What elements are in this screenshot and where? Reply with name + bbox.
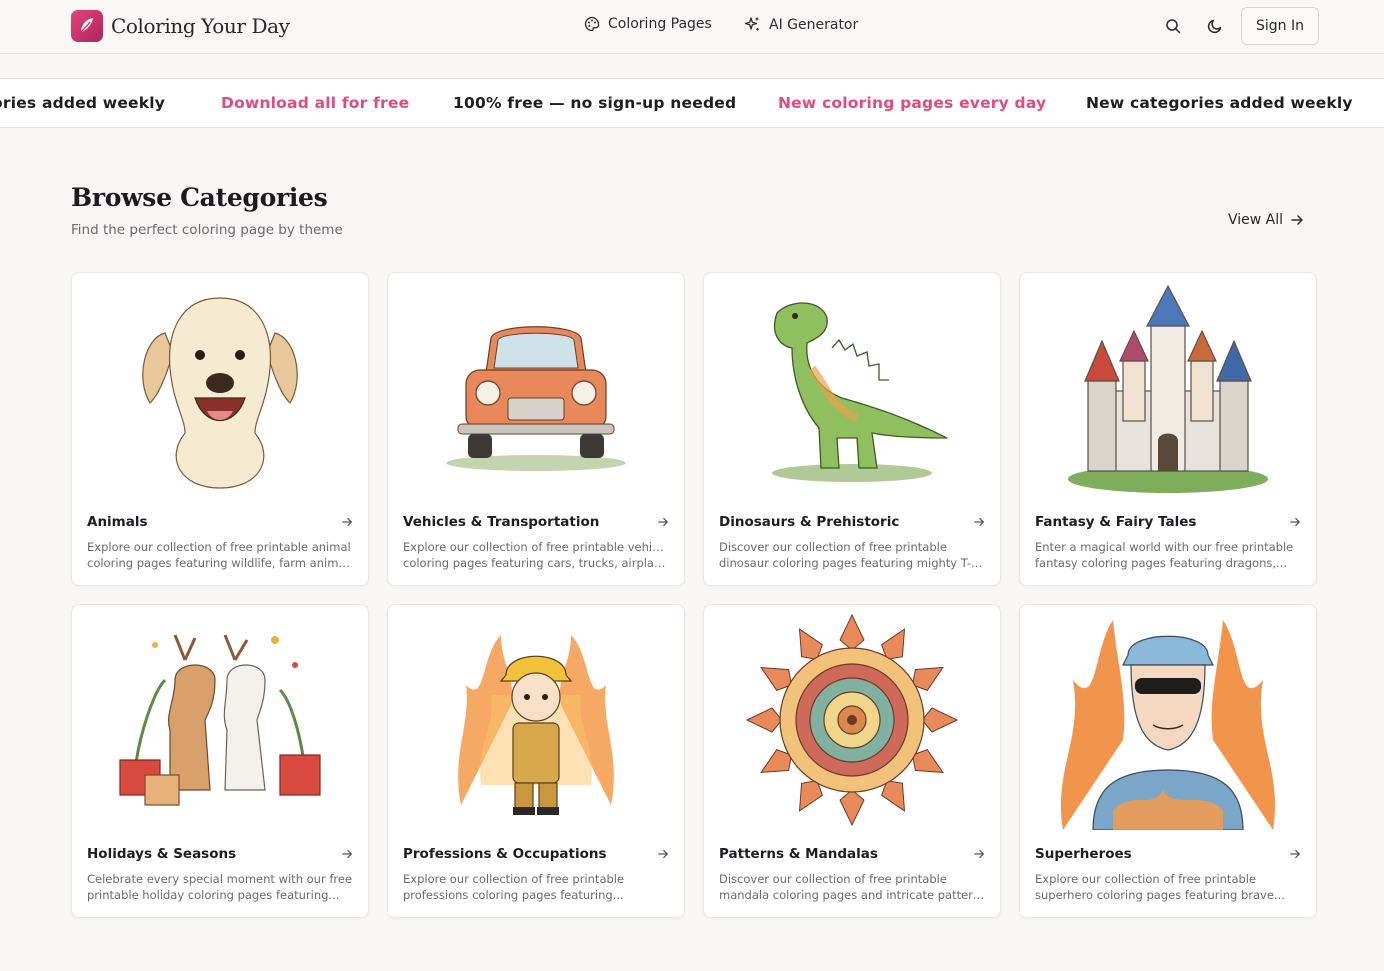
brand-logo[interactable]: Coloring Your Day xyxy=(71,10,290,42)
card-description: Explore our collection of free printable… xyxy=(1035,872,1285,902)
sign-in-button[interactable]: Sign In xyxy=(1241,7,1319,45)
ticker-item: 100% free — no sign-up needed xyxy=(453,94,737,112)
card-description: Enter a magical world with our free prin… xyxy=(1035,540,1294,570)
category-card-superheroes[interactable]: Superheroes Explore our collection of fr… xyxy=(1019,604,1317,918)
card-title: Professions & Occupations xyxy=(403,846,607,862)
dog-illustration xyxy=(72,273,368,503)
card-description: Celebrate every special moment with our … xyxy=(87,872,353,902)
card-title: Fantasy & Fairy Tales xyxy=(1035,514,1197,530)
theme-toggle-button[interactable] xyxy=(1204,15,1226,37)
category-card-dinosaurs[interactable]: Dinosaurs & Prehistoric Discover our col… xyxy=(703,272,1001,586)
site-header: Coloring Your Day Coloring Pages AI Gene… xyxy=(0,0,1384,54)
ticker-item: Download all for free xyxy=(221,94,410,112)
ticker-item: ories added weekly xyxy=(0,94,166,112)
arrow-right-icon xyxy=(658,849,668,859)
ticker-item: New coloring pages every day xyxy=(778,94,1047,112)
castle-illustration xyxy=(1020,273,1316,503)
card-title: Animals xyxy=(87,514,148,530)
nav-coloring-pages[interactable]: Coloring Pages xyxy=(584,16,712,32)
car-illustration xyxy=(388,273,684,503)
arrow-right-icon xyxy=(974,849,984,859)
category-card-professions[interactable]: Professions & Occupations Explore our co… xyxy=(387,604,685,918)
card-title: Patterns & Mandalas xyxy=(719,846,878,862)
card-title: Vehicles & Transportation xyxy=(403,514,600,530)
arrow-right-icon xyxy=(1291,215,1303,225)
arrow-right-icon xyxy=(342,517,352,527)
arrow-right-icon xyxy=(342,849,352,859)
card-description: Explore our collection of free printable… xyxy=(403,872,625,902)
search-icon xyxy=(1166,19,1181,34)
card-title: Superheroes xyxy=(1035,846,1132,862)
nav-coloring-pages-label: Coloring Pages xyxy=(608,16,712,32)
view-all-label: View All xyxy=(1228,212,1284,228)
moon-icon xyxy=(1207,19,1222,34)
nav-ai-generator-label: AI Generator xyxy=(769,16,859,33)
category-card-mandalas[interactable]: Patterns & Mandalas Discover our collect… xyxy=(703,604,1001,918)
section-subtitle: Find the perfect coloring page by theme xyxy=(71,222,343,238)
category-card-vehicles[interactable]: Vehicles & Transportation Explore our co… xyxy=(387,272,685,586)
category-card-animals[interactable]: Animals Explore our collection of free p… xyxy=(71,272,369,586)
category-card-fantasy[interactable]: Fantasy & Fairy Tales Enter a magical wo… xyxy=(1019,272,1317,586)
brand-name: Coloring Your Day xyxy=(111,14,290,38)
arrow-right-icon xyxy=(1290,849,1300,859)
nav-ai-generator[interactable]: AI Generator xyxy=(744,16,858,33)
dinosaur-illustration xyxy=(704,273,1000,503)
arrow-right-icon xyxy=(974,517,984,527)
view-all-link[interactable]: View All xyxy=(1228,212,1304,228)
section-title: Browse Categories xyxy=(71,183,328,212)
ticker-item: New categories added weekly xyxy=(1086,94,1353,112)
arrow-right-icon xyxy=(1290,517,1300,527)
reindeer-illustration xyxy=(72,605,368,835)
card-title: Dinosaurs & Prehistoric xyxy=(719,514,900,530)
superhero-illustration xyxy=(1020,605,1316,835)
card-description: Discover our collection of free printabl… xyxy=(719,540,985,570)
card-title: Holidays & Seasons xyxy=(87,846,237,862)
arrow-right-icon xyxy=(658,517,668,527)
mandala-illustration xyxy=(704,605,1000,835)
card-description: Explore our collection of free printable… xyxy=(87,540,353,570)
brand-mark-icon xyxy=(71,10,103,42)
card-description: Explore our collection of free printable… xyxy=(403,540,669,570)
card-description: Discover our collection of free printabl… xyxy=(719,872,985,902)
announcement-ticker: ories added weekly Download all for free… xyxy=(0,78,1384,128)
firefighter-illustration xyxy=(388,605,684,835)
category-card-holidays[interactable]: Holidays & Seasons Celebrate every speci… xyxy=(71,604,369,918)
sparkles-icon xyxy=(744,17,759,31)
search-button[interactable] xyxy=(1162,15,1184,37)
palette-icon xyxy=(584,16,600,32)
